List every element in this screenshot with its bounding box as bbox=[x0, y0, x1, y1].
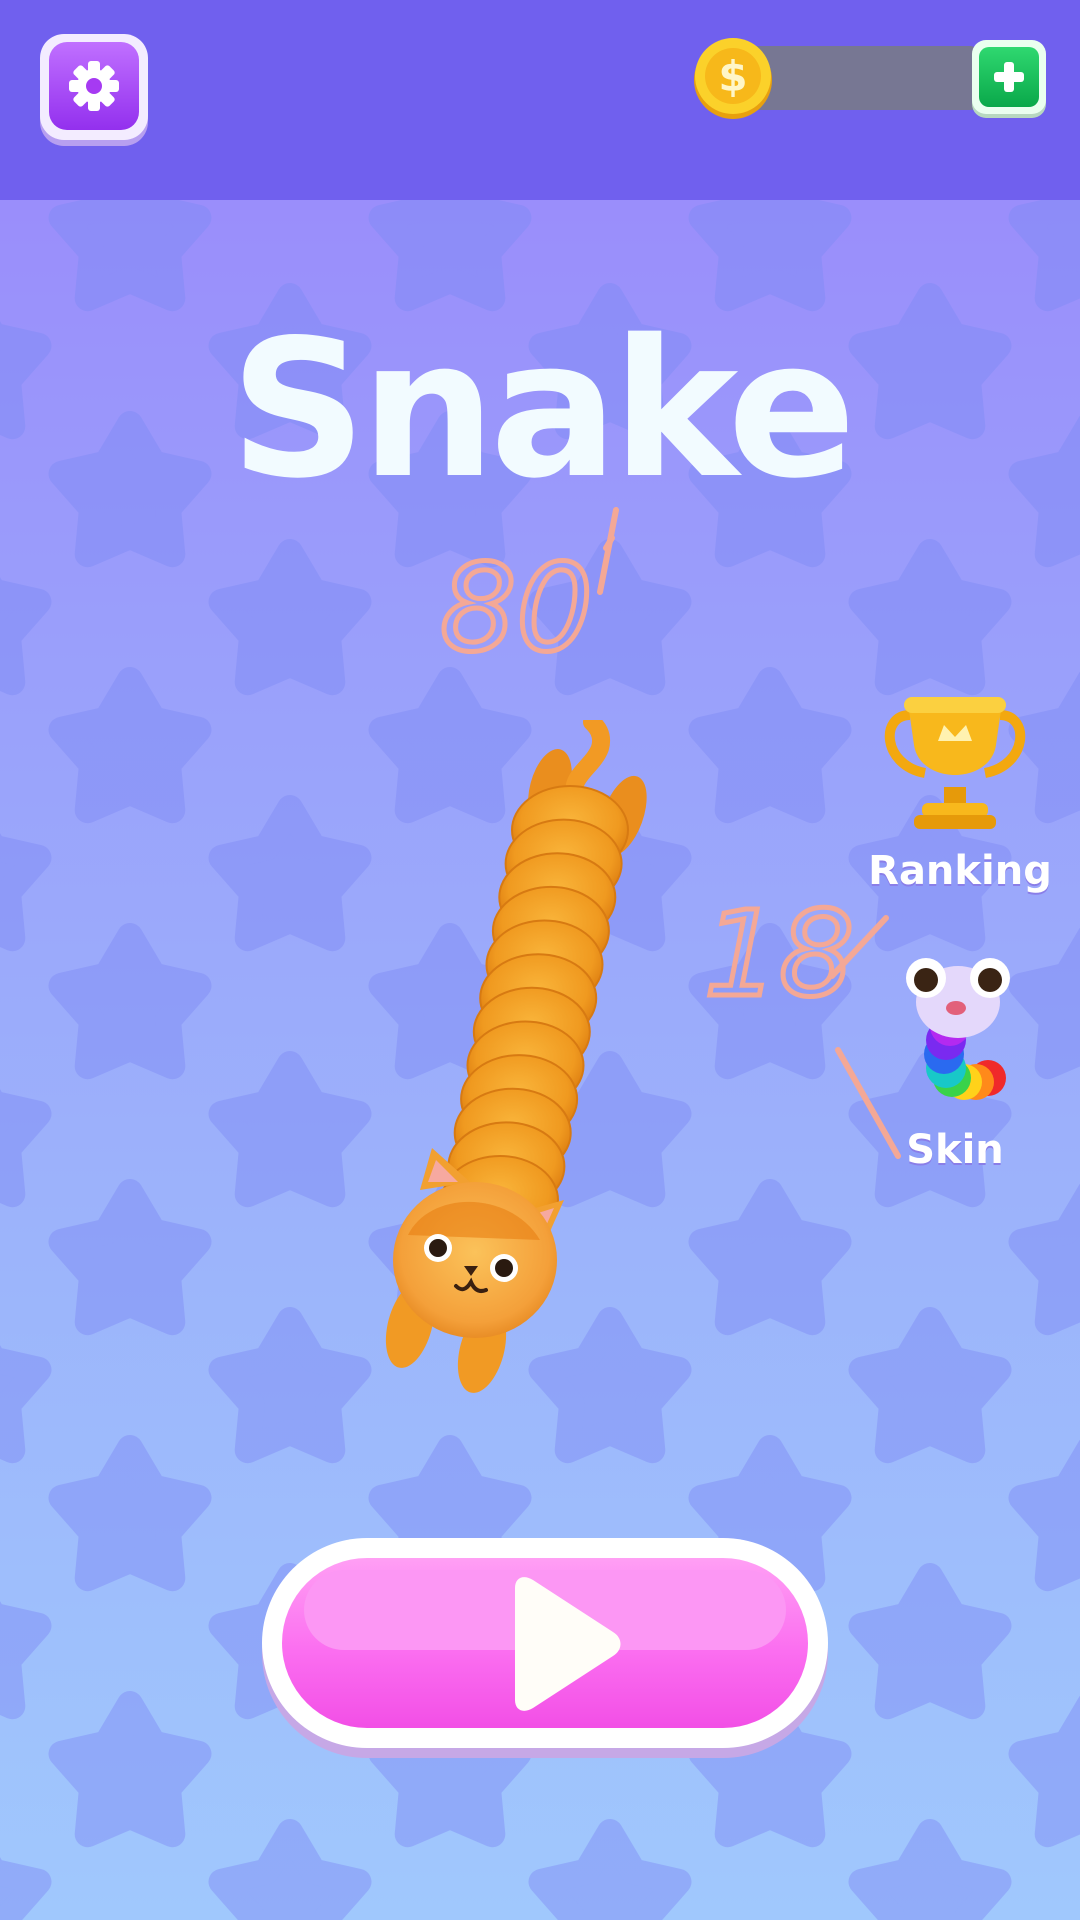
background-star bbox=[688, 1179, 852, 1336]
background-star bbox=[0, 1345, 52, 1464]
handwritten-number-lower: 18 bbox=[704, 885, 854, 1023]
background-star bbox=[208, 1819, 372, 1920]
background-star bbox=[0, 577, 52, 696]
background-star bbox=[208, 539, 372, 696]
background-star bbox=[1008, 1183, 1080, 1336]
player-snake-cat bbox=[385, 720, 647, 1393]
background-star bbox=[0, 1601, 52, 1720]
background-star bbox=[48, 1435, 212, 1592]
settings-button[interactable] bbox=[40, 34, 148, 140]
background-star bbox=[1008, 671, 1080, 824]
background-star bbox=[0, 833, 52, 952]
svg-text:$: $ bbox=[718, 52, 747, 101]
background-star bbox=[208, 795, 372, 952]
background-star bbox=[208, 1051, 372, 1208]
background-star bbox=[848, 1563, 1012, 1720]
play-button[interactable] bbox=[262, 1538, 828, 1748]
background-star bbox=[848, 539, 1012, 696]
background-star bbox=[1008, 1439, 1080, 1592]
background-star bbox=[848, 1819, 1012, 1920]
background-star bbox=[0, 1089, 52, 1208]
background-star bbox=[688, 667, 852, 824]
background-star bbox=[0, 1857, 52, 1920]
game-title: Snake bbox=[229, 299, 856, 520]
background-star bbox=[1008, 1695, 1080, 1848]
background-star bbox=[848, 1307, 1012, 1464]
gear-icon bbox=[69, 61, 119, 111]
background-star bbox=[48, 1179, 212, 1336]
background-star bbox=[48, 667, 212, 824]
plus-icon bbox=[994, 62, 1024, 92]
add-coins-button[interactable] bbox=[972, 40, 1046, 114]
handwritten-mark-lower: 18 bbox=[702, 883, 901, 1159]
handwritten-mark-upper: 80 bbox=[438, 507, 619, 670]
background-star bbox=[48, 1691, 212, 1848]
background-star bbox=[528, 1819, 692, 1920]
play-icon bbox=[515, 1577, 621, 1711]
background-star bbox=[208, 1307, 372, 1464]
handwritten-number-upper: 80 bbox=[440, 540, 593, 670]
trophy-icon[interactable] bbox=[880, 695, 1030, 835]
background-star bbox=[1008, 927, 1080, 1080]
dollar-coin-icon: $ bbox=[694, 38, 772, 119]
background-star bbox=[48, 923, 212, 1080]
coin-count bbox=[770, 48, 970, 108]
